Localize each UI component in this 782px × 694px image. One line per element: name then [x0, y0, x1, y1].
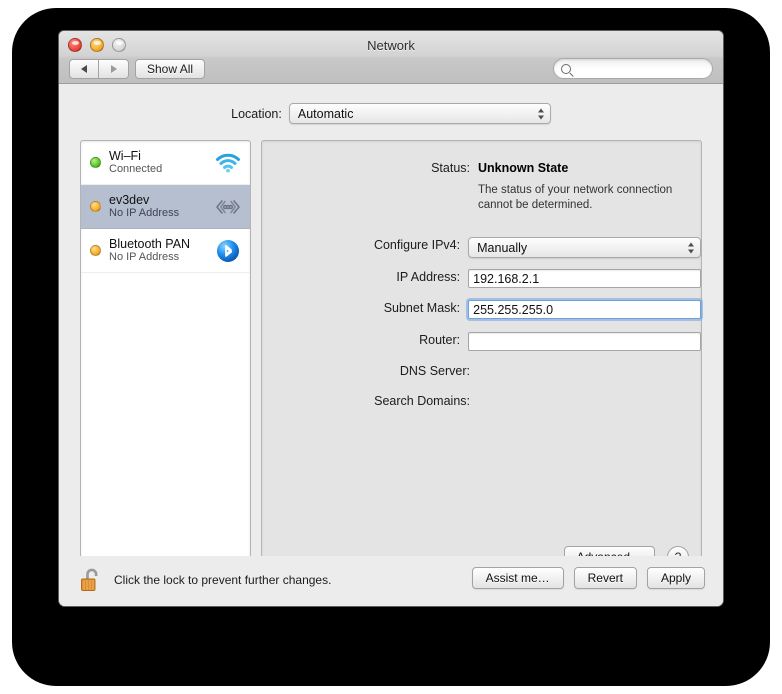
- interface-status: No IP Address: [109, 207, 213, 220]
- stepper-icon: [688, 242, 694, 253]
- dns-server-label: DNS Server:: [262, 363, 478, 380]
- search-icon: [561, 64, 571, 74]
- window-title: Network: [59, 38, 723, 53]
- interface-name: ev3dev: [109, 193, 213, 207]
- subnet-mask-label: Subnet Mask:: [262, 300, 468, 317]
- assist-me-button[interactable]: Assist me…: [472, 567, 564, 589]
- configure-ipv4-dropdown[interactable]: Manually: [468, 237, 701, 258]
- interface-detail-panel: Status: Unknown State The status of your…: [261, 140, 702, 581]
- search-field[interactable]: [553, 58, 713, 79]
- interface-name: Bluetooth PAN: [109, 237, 213, 251]
- window-titlebar: Network Show All: [59, 31, 723, 84]
- interface-name: Wi–Fi: [109, 149, 213, 163]
- forward-button[interactable]: [99, 59, 129, 79]
- ip-address-input[interactable]: [468, 269, 701, 288]
- lock-area: Click the lock to prevent further change…: [79, 566, 331, 594]
- interface-row-ev3dev[interactable]: ev3dev No IP Address: [81, 185, 250, 229]
- router-input[interactable]: [468, 332, 701, 351]
- revert-button[interactable]: Revert: [574, 567, 637, 589]
- action-buttons: Assist me… Revert Apply: [472, 567, 705, 589]
- window-content: Location: Automatic Wi–Fi Connected: [59, 84, 723, 607]
- location-dropdown[interactable]: Automatic: [289, 103, 551, 124]
- ip-address-label: IP Address:: [262, 269, 468, 286]
- subnet-mask-input[interactable]: [468, 300, 701, 319]
- interface-status: Connected: [109, 163, 213, 176]
- forward-arrow-icon: [111, 65, 117, 73]
- status-description: The status of your network connection ca…: [478, 183, 693, 213]
- network-preferences-window: Network Show All Location: Automatic: [58, 30, 724, 607]
- show-all-button[interactable]: Show All: [135, 59, 205, 79]
- location-value: Automatic: [298, 107, 354, 121]
- unlocked-padlock-icon[interactable]: [79, 566, 105, 594]
- apply-button[interactable]: Apply: [647, 567, 705, 589]
- back-arrow-icon: [81, 65, 87, 73]
- stepper-icon: [538, 108, 544, 119]
- status-dot-amber: [90, 201, 101, 212]
- status-value: Unknown State: [478, 160, 568, 177]
- back-button[interactable]: [69, 59, 99, 79]
- location-row: Location: Automatic: [59, 103, 723, 124]
- interface-status: No IP Address: [109, 251, 213, 264]
- interface-list[interactable]: Wi–Fi Connected: [80, 140, 251, 560]
- location-label: Location:: [231, 107, 282, 121]
- configure-ipv4-value: Manually: [477, 241, 527, 255]
- status-dot-amber: [90, 245, 101, 256]
- interface-row-wifi[interactable]: Wi–Fi Connected: [81, 141, 250, 185]
- configure-ipv4-label: Configure IPv4:: [262, 237, 468, 254]
- window-bottom-bar: Click the lock to prevent further change…: [59, 556, 723, 607]
- interface-row-bluetooth-pan[interactable]: Bluetooth PAN No IP Address: [81, 229, 250, 273]
- bluetooth-icon: [213, 236, 243, 266]
- status-label: Status:: [262, 160, 478, 177]
- wifi-icon: [213, 148, 243, 178]
- lock-note: Click the lock to prevent further change…: [114, 573, 331, 587]
- search-domains-label: Search Domains:: [262, 393, 478, 410]
- navigation-buttons: [69, 59, 129, 79]
- router-label: Router:: [262, 332, 468, 349]
- search-input[interactable]: [576, 62, 705, 76]
- ethernet-icon: [213, 192, 243, 222]
- status-dot-green: [90, 157, 101, 168]
